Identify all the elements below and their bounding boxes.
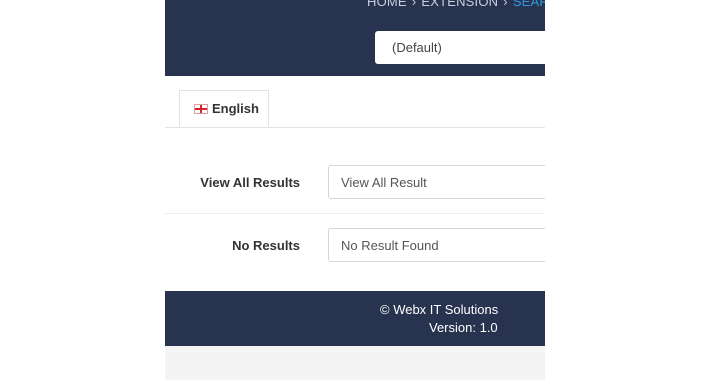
top-header: HOME › EXTENSION › SEARC (Default) — [165, 0, 545, 76]
breadcrumb-separator: › — [503, 0, 508, 9]
no-results-row: No Results — [165, 224, 545, 269]
uk-flag-icon — [194, 103, 208, 114]
breadcrumb-home[interactable]: HOME — [367, 0, 407, 9]
tab-english-label: English — [212, 101, 259, 116]
footer: © Webx IT Solutions Version: 1.0 — [165, 291, 545, 346]
no-results-label: No Results — [232, 238, 300, 253]
bottom-strip — [165, 346, 545, 380]
language-tabs: English — [165, 90, 545, 128]
view-all-results-label: View All Results — [200, 175, 300, 190]
breadcrumb: HOME › EXTENSION › SEARC — [367, 0, 545, 14]
breadcrumb-separator: › — [411, 0, 417, 9]
store-select-value: (Default) — [392, 40, 442, 55]
breadcrumb-extension[interactable]: EXTENSION — [421, 0, 498, 9]
view-all-results-input[interactable] — [328, 165, 545, 199]
footer-copyright: © Webx IT Solutions — [380, 302, 499, 317]
no-results-input[interactable] — [328, 228, 545, 262]
store-select[interactable]: (Default) — [375, 31, 545, 64]
view-all-results-row: View All Results — [165, 160, 545, 214]
tab-english[interactable]: English — [179, 90, 269, 127]
footer-version: Version: 1.0 — [429, 320, 498, 335]
breadcrumb-current: SEARC — [512, 0, 545, 9]
page-canvas: HOME › EXTENSION › SEARC (Default) English V… — [165, 0, 545, 380]
